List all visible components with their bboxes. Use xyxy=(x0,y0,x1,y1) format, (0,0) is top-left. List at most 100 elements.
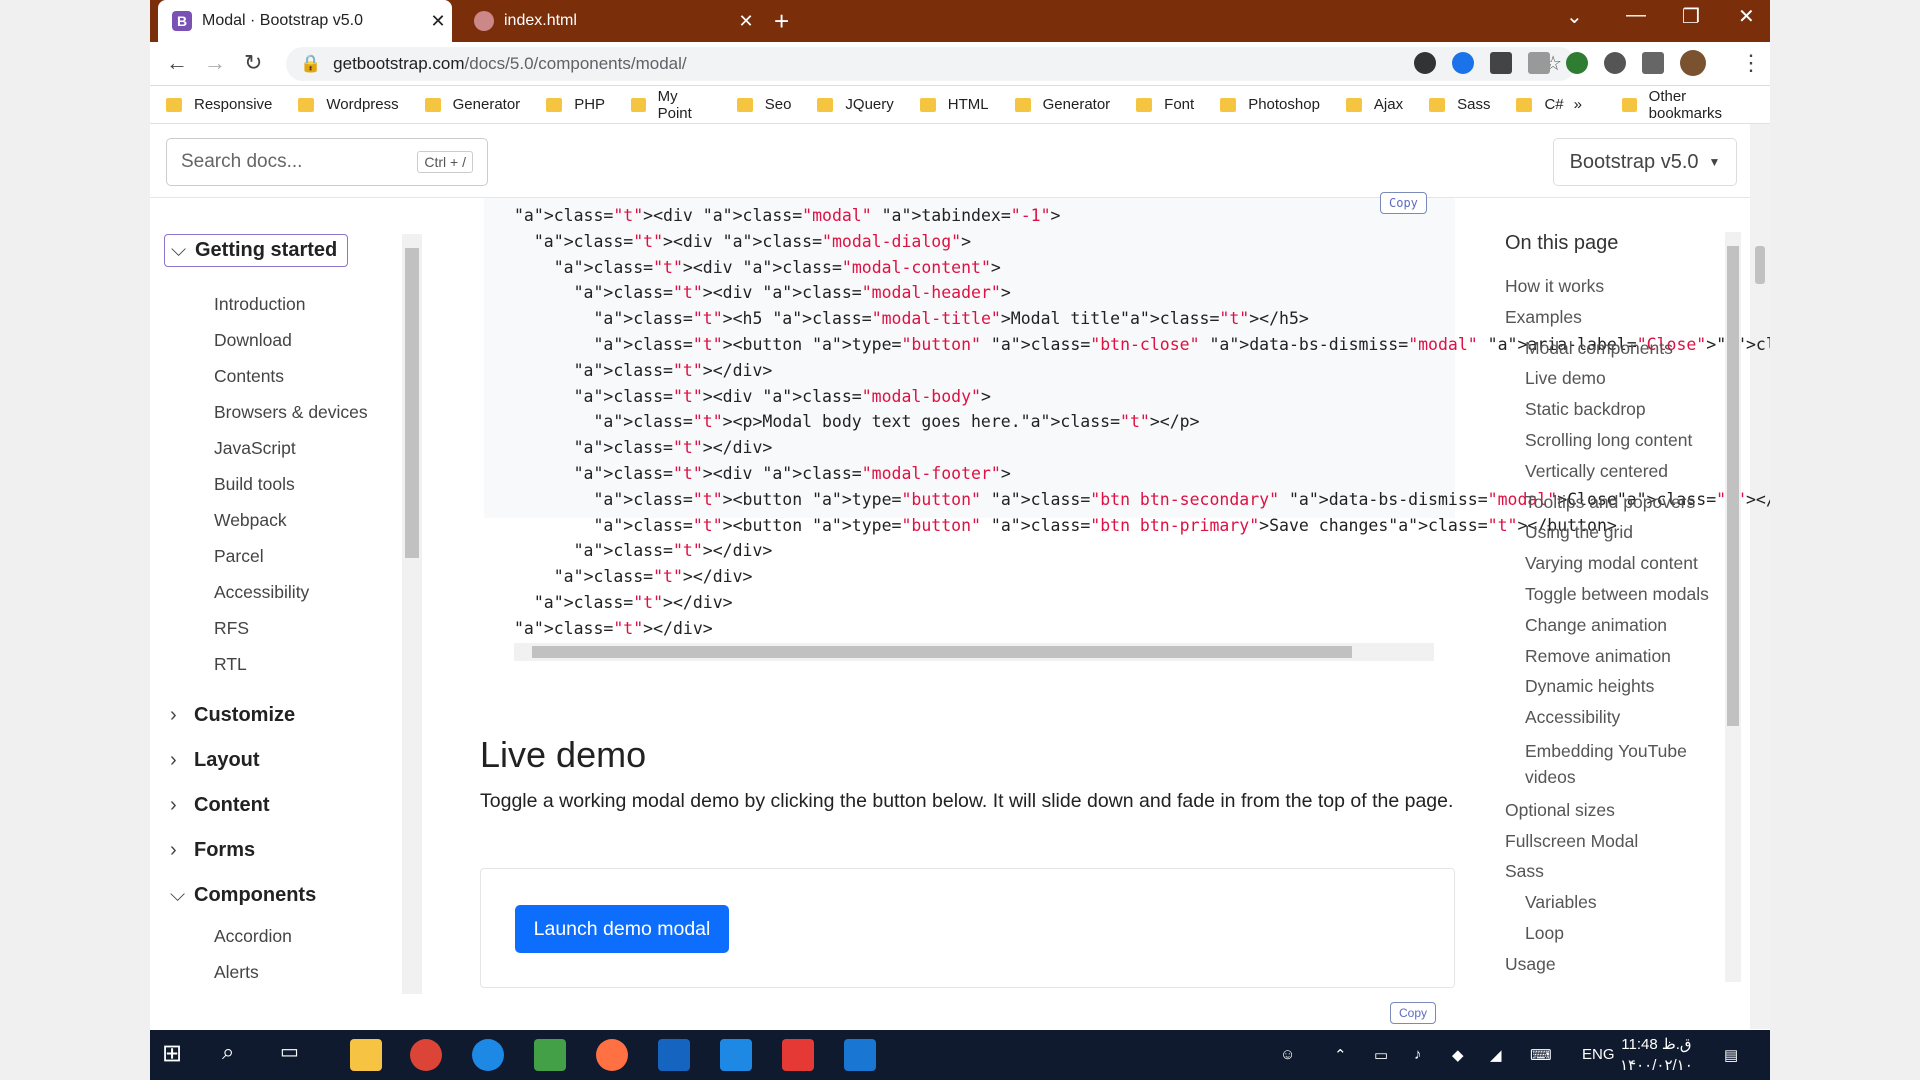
sidebar-section[interactable]: › Layout xyxy=(170,749,260,772)
close-icon[interactable]: ✕ xyxy=(732,11,760,32)
app-icon[interactable] xyxy=(720,1039,752,1071)
toc-link[interactable]: Usage xyxy=(1505,954,1556,975)
toc-link[interactable]: Varying modal content xyxy=(1525,553,1698,574)
people-icon[interactable]: ☺ xyxy=(1280,1046,1295,1063)
bookmark-item[interactable]: Generator xyxy=(1014,96,1110,113)
toc-link[interactable]: Loop xyxy=(1525,923,1564,944)
toc-link[interactable]: Examples xyxy=(1505,307,1582,328)
back-icon[interactable]: ← xyxy=(166,50,188,76)
version-dropdown[interactable]: Bootstrap v5.0 ▼ xyxy=(1553,138,1737,186)
extension-icon[interactable] xyxy=(1452,52,1474,74)
bookmark-item[interactable]: Font xyxy=(1136,96,1194,113)
firefox-icon[interactable] xyxy=(596,1039,628,1071)
toc-link[interactable]: Change animation xyxy=(1525,615,1667,636)
sidebar-item[interactable]: RTL xyxy=(214,654,247,675)
toc-link[interactable]: Accessibility xyxy=(1525,707,1620,728)
bookmark-item[interactable]: Seo xyxy=(736,96,791,113)
sidebar-item[interactable]: Browsers & devices xyxy=(214,402,368,423)
bookmark-item[interactable]: Photoshop xyxy=(1220,96,1320,113)
toc-link[interactable]: How it works xyxy=(1505,276,1604,297)
vscode-icon[interactable] xyxy=(844,1039,876,1071)
sidebar-section[interactable]: › Content xyxy=(170,794,270,817)
bookmark-item[interactable]: Sass xyxy=(1429,96,1490,113)
toc-link[interactable]: Scrolling long content xyxy=(1525,430,1692,451)
toc-link[interactable]: Using the grid xyxy=(1525,522,1633,543)
toc-link[interactable]: Optional sizes xyxy=(1505,800,1615,821)
keyboard-icon[interactable]: ⌨ xyxy=(1530,1046,1552,1064)
toc-link[interactable]: Fullscreen Modal xyxy=(1505,831,1638,852)
bookmark-item[interactable]: Generator xyxy=(424,96,520,113)
minimize-icon[interactable]: — xyxy=(1626,4,1646,27)
clock[interactable]: 11:48 ق.ظ ۱۴۰۰/۰۲/۱۰ xyxy=(1620,1034,1693,1076)
toc-link[interactable]: Remove animation xyxy=(1525,646,1671,667)
search-input[interactable]: Search docs... Ctrl + / xyxy=(166,138,488,186)
bookmark-item[interactable]: Ajax xyxy=(1345,96,1403,113)
reload-icon[interactable]: ↻ xyxy=(244,50,262,76)
sidebar-item[interactable]: Parcel xyxy=(214,546,264,567)
language-indicator[interactable]: ENG xyxy=(1582,1046,1615,1063)
close-icon[interactable]: ✕ xyxy=(424,11,452,32)
bookmark-item[interactable]: JQuery xyxy=(817,96,894,113)
toc-scrollbar-thumb[interactable] xyxy=(1727,246,1739,726)
sidebar-scrollbar[interactable] xyxy=(402,234,422,994)
more-bookmarks-icon[interactable]: » xyxy=(1574,96,1582,113)
other-bookmarks[interactable]: Other bookmarks xyxy=(1622,88,1754,122)
window-close-icon[interactable]: ✕ xyxy=(1738,4,1755,29)
sidebar-item[interactable]: Webpack xyxy=(214,510,287,531)
tab-index-html[interactable]: index.html ✕ xyxy=(460,0,760,42)
sidebar-item[interactable]: Accordion xyxy=(214,926,292,947)
toc-link[interactable]: Dynamic heights xyxy=(1525,676,1654,697)
task-view-icon[interactable]: ▭ xyxy=(280,1039,312,1071)
notification-icon[interactable]: ▤ xyxy=(1724,1046,1738,1064)
chrome-icon[interactable] xyxy=(410,1039,442,1071)
toc-link[interactable]: Embedding YouTube videos xyxy=(1525,738,1715,790)
sidebar-components[interactable]: ⌵ Components xyxy=(170,884,316,907)
speaker-icon[interactable]: ♪ xyxy=(1414,1046,1422,1063)
todo-icon[interactable] xyxy=(658,1039,690,1071)
tab-search-icon[interactable]: ⌄ xyxy=(1566,4,1583,29)
sidebar-scrollbar-thumb[interactable] xyxy=(405,248,419,558)
sidebar-item[interactable]: Accessibility xyxy=(214,582,309,603)
toc-link[interactable]: Static backdrop xyxy=(1525,399,1646,420)
bookmark-item[interactable]: Wordpress xyxy=(298,96,399,113)
windows-start-icon[interactable]: ⊞ xyxy=(162,1039,194,1071)
sidebar-getting-started[interactable]: ⌵ Getting started xyxy=(164,234,349,267)
puzzle-icon[interactable] xyxy=(1642,52,1664,74)
menu-icon[interactable]: ⋮ xyxy=(1740,50,1762,76)
sidebar-item[interactable]: JavaScript xyxy=(214,438,296,459)
app-icon[interactable] xyxy=(782,1039,814,1071)
new-tab-icon[interactable]: + xyxy=(774,6,789,37)
code-hscrollbar[interactable] xyxy=(514,643,1434,661)
search-icon[interactable]: ⌕ xyxy=(222,1039,254,1071)
avatar[interactable] xyxy=(1680,50,1706,76)
toc-link[interactable]: Tooltips and popovers xyxy=(1525,492,1695,513)
toc-link[interactable]: Sass xyxy=(1505,861,1544,882)
toc-scrollbar[interactable] xyxy=(1725,232,1741,982)
sidebar-item[interactable]: Alerts xyxy=(214,962,259,983)
sidebar-item[interactable]: RFS xyxy=(214,618,249,639)
restore-icon[interactable]: ❐ xyxy=(1682,4,1700,29)
app-icon[interactable] xyxy=(534,1039,566,1071)
sidebar-item[interactable]: Build tools xyxy=(214,474,295,495)
page-scrollbar-thumb[interactable] xyxy=(1755,246,1765,284)
extension-icon[interactable] xyxy=(1604,52,1626,74)
bookmark-item[interactable]: My Point xyxy=(631,88,711,122)
dropbox-icon[interactable]: ◆ xyxy=(1452,1046,1464,1064)
copy-button[interactable]: Copy xyxy=(1380,192,1427,214)
launch-demo-modal-button[interactable]: Launch demo modal xyxy=(515,905,729,953)
toc-link[interactable]: Vertically centered xyxy=(1525,461,1668,482)
toc-link[interactable]: Variables xyxy=(1525,892,1597,913)
sidebar-section[interactable]: › Customize xyxy=(170,704,295,727)
extension-icon[interactable] xyxy=(1490,52,1512,74)
chevron-up-icon[interactable]: ⌃ xyxy=(1334,1046,1347,1064)
code-hscrollbar-thumb[interactable] xyxy=(532,646,1352,658)
file-explorer-icon[interactable] xyxy=(350,1039,382,1071)
bookmark-item[interactable]: Responsive xyxy=(166,96,272,113)
toc-link[interactable]: Modal components xyxy=(1525,338,1673,359)
tab-modal-bootstrap[interactable]: B Modal · Bootstrap v5.0 ✕ xyxy=(158,0,452,42)
bookmark-item[interactable]: C# xyxy=(1516,96,1564,113)
sidebar-item[interactable]: Contents xyxy=(214,366,284,387)
copy-button[interactable]: Copy xyxy=(1390,1002,1437,1024)
sidebar-item[interactable]: Download xyxy=(214,330,292,351)
extension-icon[interactable] xyxy=(1566,52,1588,74)
